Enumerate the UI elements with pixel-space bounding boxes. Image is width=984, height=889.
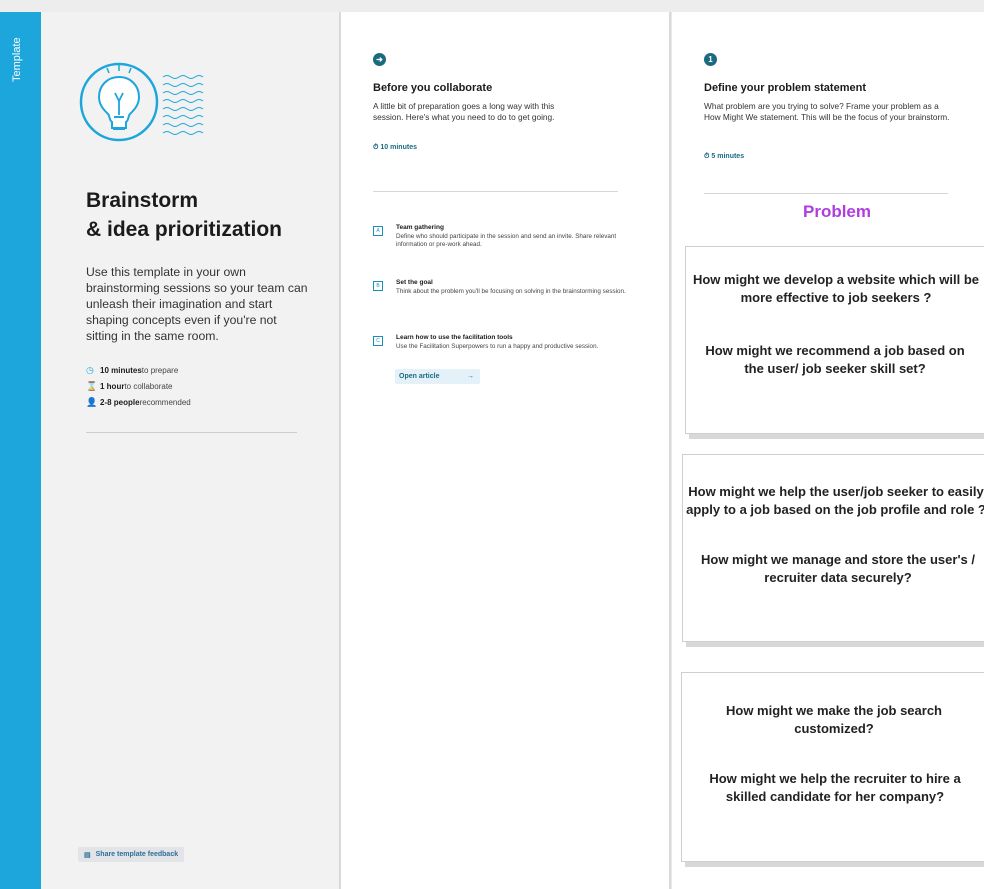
divider: [704, 193, 948, 194]
sticky-note-card[interactable]: How might we help the user/job seeker to…: [682, 454, 984, 642]
problem-question: How might we help the recruiter to hire …: [709, 771, 961, 804]
lightbulb-illustration-icon: [79, 62, 204, 142]
step-text: Use the Facilitation Superpowers to run …: [396, 343, 599, 350]
title-line-2: & idea prioritization: [86, 218, 283, 241]
title-line-1: Brainstorm: [86, 189, 199, 212]
step-letter-badge: A: [373, 226, 383, 236]
template-description: Use this template in your own brainstorm…: [86, 265, 308, 343]
meta-collaborate-value: 1 hour: [100, 381, 125, 391]
intro-panel: Brainstorm & idea prioritization Use thi…: [41, 12, 339, 889]
sticky-note-card[interactable]: How might we make the job search customi…: [681, 672, 984, 862]
step-letter-badge: B: [373, 281, 383, 291]
top-bar: [0, 0, 984, 12]
meta-collaborate: ⌛ 1 hour to collaborate: [86, 378, 191, 394]
problem-question: How might we develop a website which wil…: [692, 272, 980, 305]
column-divider: [669, 12, 671, 889]
open-article-label: Open article: [399, 373, 440, 380]
define-time: ⏱ 5 minutes: [704, 153, 744, 161]
template-side-tab-label: Template: [11, 37, 23, 82]
share-feedback-label: Share template feedback: [95, 851, 179, 858]
prep-time: ⏱ 10 minutes: [373, 144, 417, 152]
prep-panel: ➜ Before you collaborate A little bit of…: [341, 12, 669, 889]
problem-question: How might we recommend a job based on th…: [705, 343, 965, 376]
arrow-right-icon: ➜: [373, 53, 386, 66]
step-number-badge: 1: [704, 53, 717, 66]
define-heading: Define your problem statement: [704, 82, 866, 94]
divider: [373, 191, 618, 192]
meta-collaborate-text: to collaborate: [124, 381, 173, 391]
person-icon: 👤: [86, 396, 98, 407]
prep-heading: Before you collaborate: [373, 82, 493, 94]
meta-people: 👤 2-8 people recommended: [86, 394, 191, 410]
problem-section-title: Problem: [802, 202, 872, 221]
step-text: Define who should participate in the ses…: [396, 233, 617, 248]
step-title: Set the goal: [396, 279, 433, 286]
share-feedback-button[interactable]: ▤ Share template feedback: [78, 847, 185, 862]
step-text: Think about the problem you'll be focusi…: [396, 288, 626, 295]
prep-description: A little bit of preparation goes a long …: [373, 101, 555, 122]
problem-question: How might we help the user/job seeker to…: [686, 484, 984, 517]
step-letter-badge: C: [373, 336, 383, 346]
meta-prepare: ◷ 10 minutes to prepare: [86, 362, 191, 378]
sticky-note-card[interactable]: How might we develop a website which wil…: [685, 246, 984, 434]
hourglass-icon: ⌛: [86, 380, 98, 391]
step-title: Learn how to use the facilitation tools: [396, 334, 513, 341]
meta-people-value: 2-8 people: [100, 397, 140, 407]
define-description: What problem are you trying to solve? Fr…: [704, 101, 950, 122]
meta-people-text: recommended: [139, 397, 191, 407]
arrow-right-icon: →: [467, 373, 474, 380]
step-title: Team gathering: [396, 224, 444, 231]
define-panel: 1 Define your problem statement What pro…: [672, 12, 984, 889]
clock-icon: ◷: [86, 364, 94, 375]
meta-prepare-value: 10 minutes: [100, 365, 142, 375]
open-article-button[interactable]: Open article →: [395, 369, 480, 384]
template-side-tab[interactable]: Template: [0, 12, 41, 889]
template-meta: ◷ 10 minutes to prepare ⌛ 1 hour to coll…: [86, 362, 191, 410]
prep-time-value: 10 minutes: [380, 144, 417, 151]
problem-question: How might we make the job search customi…: [726, 703, 942, 736]
divider: [86, 432, 297, 433]
define-time-value: 5 minutes: [711, 153, 745, 160]
template-title: Brainstorm & idea prioritization: [86, 186, 326, 244]
meta-prepare-text: to prepare: [141, 365, 179, 375]
problem-question: How might we manage and store the user's…: [701, 552, 975, 585]
feedback-icon: ▤: [84, 851, 91, 859]
